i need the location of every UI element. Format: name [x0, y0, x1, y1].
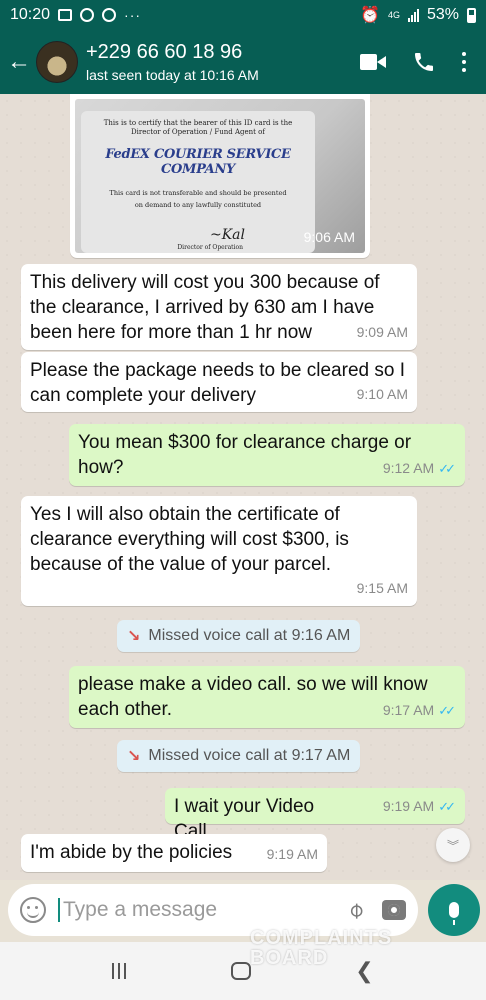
double-chevron-down-icon: ︾ — [446, 838, 459, 853]
message-text: Please the package needs to be cleared s… — [30, 360, 405, 406]
emoji-icon[interactable] — [20, 897, 46, 923]
missed-call-text: Missed voice call at 9:17 AM — [148, 747, 351, 764]
signal-icon — [407, 8, 419, 22]
message-time: 9:12 AM — [382, 460, 435, 476]
video-call-icon[interactable] — [360, 54, 386, 70]
home-button[interactable] — [230, 962, 251, 980]
message-time: 9:09 AM — [356, 324, 408, 340]
message-status: 9:12 AM ✓✓ — [383, 456, 456, 481]
message-status: 9:17 AM ✓✓ — [383, 698, 456, 723]
message-time: 9:10 AM — [356, 386, 408, 402]
more-notifications-icon: ··· — [124, 7, 142, 23]
message-time: 9:15 AM — [356, 580, 408, 596]
card-line3: This card is not transferable and should… — [109, 189, 287, 197]
microphone-icon — [449, 902, 459, 925]
message-incoming[interactable]: I'm abide by the policies 9:19 AM — [21, 834, 327, 872]
chat-area[interactable]: This is to certify that the bearer of th… — [0, 94, 486, 880]
card-line1: This is to certify that the bearer of th… — [103, 119, 293, 127]
message-input[interactable] — [58, 898, 349, 922]
message-time: 9:19 AM — [382, 798, 435, 814]
gallery-notification-icon — [58, 9, 73, 21]
message-time: 9:06 AM — [303, 229, 355, 245]
missed-call-text: Missed voice call at 9:16 AM — [148, 627, 351, 644]
id-card-photo[interactable]: This is to certify that the bearer of th… — [75, 99, 365, 253]
id-card: This is to certify that the bearer of th… — [81, 111, 315, 253]
phone-call-icon[interactable] — [412, 50, 436, 74]
missed-call-icon: ↘ — [127, 748, 141, 765]
message-outgoing[interactable]: I wait your Video Call. 9:19 AM ✓✓ — [165, 788, 465, 842]
read-ticks-icon: ✓✓ — [438, 461, 456, 476]
card-line4: on demand to any lawfully constituted — [134, 201, 262, 209]
message-time: 9:19 AM — [266, 846, 318, 862]
back-arrow-icon[interactable]: ← — [2, 30, 36, 94]
voice-record-button[interactable] — [428, 884, 480, 936]
contact-name: +229 66 60 18 96 — [86, 41, 243, 63]
status-time: 10:20 — [10, 6, 51, 23]
chrome-notification-icon-2 — [102, 8, 117, 22]
avatar[interactable] — [36, 41, 78, 83]
message-incoming[interactable]: Please the package needs to be cleared s… — [21, 352, 417, 412]
scroll-to-bottom-button[interactable]: ︾ — [436, 828, 470, 862]
battery-percent: 53% — [426, 6, 459, 23]
last-seen: last seen today at 10:16 AM — [86, 67, 259, 83]
message-outgoing[interactable]: please make a video call. so we will kno… — [69, 666, 465, 728]
input-bar: ⌀ — [0, 880, 486, 942]
message-status: 9:19 AM ✓✓ — [383, 794, 456, 819]
battery-icon — [467, 7, 476, 23]
system-nav-bar: ❮ — [0, 942, 486, 1000]
chat-header: ← +229 66 60 18 96 last seen today at 10… — [0, 30, 486, 94]
card-brand: FedEX COURIER SERVICE COMPANY — [105, 147, 291, 177]
status-bar: 10:20 ··· ⏰ 4G 53% — [0, 0, 486, 30]
message-outgoing[interactable]: You mean $300 for clearance charge or ho… — [69, 424, 465, 486]
read-ticks-icon: ✓✓ — [438, 703, 456, 718]
watermark: COMPLAINTS BOARD — [250, 928, 392, 968]
missed-call-notice[interactable]: ↘ Missed voice call at 9:16 AM — [117, 620, 361, 652]
signature: ~Kal — [209, 227, 245, 243]
watermark-line1: COMPLAINTS — [250, 927, 393, 949]
overflow-menu-icon[interactable] — [462, 52, 466, 72]
message-text: please make a video call. so we will kno… — [78, 674, 428, 720]
message-text: Yes I will also obtain the certificate o… — [30, 504, 349, 575]
watermark-line2: BOARD — [250, 947, 329, 969]
missed-call-icon: ↘ — [127, 628, 141, 645]
message-time: 9:17 AM — [382, 702, 435, 718]
network-type: 4G — [387, 9, 400, 20]
message-text: This delivery will cost you 300 because … — [30, 272, 380, 343]
chrome-notification-icon — [80, 8, 95, 22]
message-text: I'm abide by the policies — [30, 842, 233, 863]
image-message[interactable]: This is to certify that the bearer of th… — [70, 94, 370, 258]
camera-icon[interactable] — [382, 900, 406, 920]
card-line2: Director of Operation / Fund Agent of — [131, 128, 265, 136]
message-incoming[interactable]: This delivery will cost you 300 because … — [21, 264, 417, 350]
alarm-icon: ⏰ — [360, 7, 380, 24]
message-incoming[interactable]: Yes I will also obtain the certificate o… — [21, 496, 417, 606]
message-text: You mean $300 for clearance charge or ho… — [78, 432, 412, 478]
card-role: Director of Operation — [177, 244, 243, 251]
missed-call-notice[interactable]: ↘ Missed voice call at 9:17 AM — [117, 740, 361, 772]
read-ticks-icon: ✓✓ — [438, 799, 456, 814]
contact-info[interactable]: +229 66 60 18 96 last seen today at 10:1… — [86, 41, 259, 83]
recent-apps-button[interactable] — [112, 963, 127, 979]
